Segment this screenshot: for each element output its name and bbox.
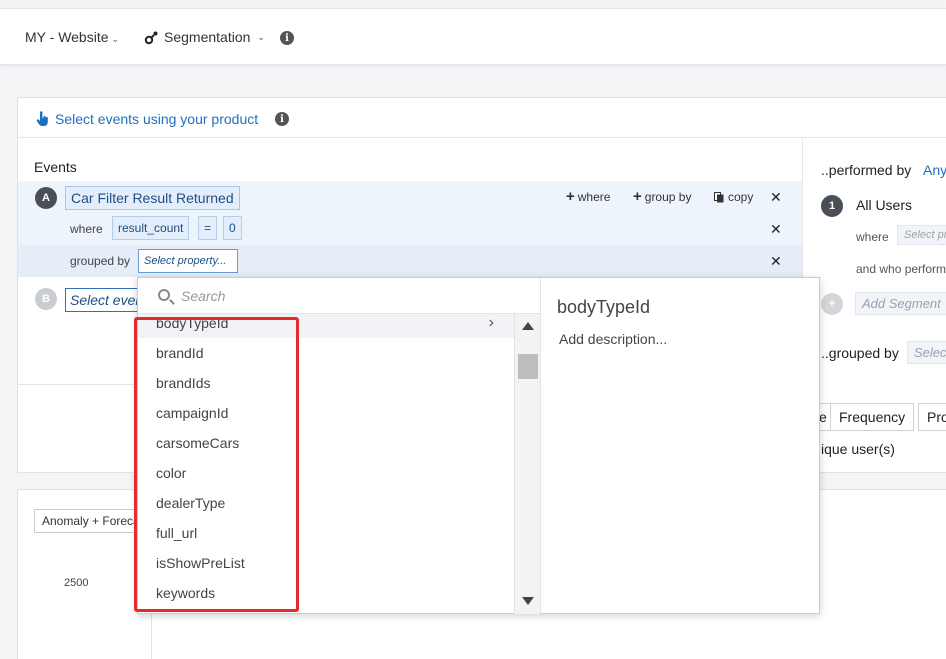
tab-properties[interactable]: Pro <box>918 403 946 431</box>
add-group-by-label: group by <box>644 190 692 204</box>
property-list-item[interactable]: campaignId <box>138 398 514 428</box>
report-type-label: Segmentation <box>164 29 251 45</box>
plus-icon: + <box>633 188 642 205</box>
select-events-label: Select events using your product <box>55 111 259 127</box>
report-type-selector[interactable]: Segmentation ⌄ <box>144 29 265 45</box>
property-detail-pane: bodyTypeId Add description... <box>540 278 819 613</box>
events-section-label: Events <box>34 159 77 175</box>
scrollbar-thumb[interactable] <box>518 354 538 379</box>
tab-frequency[interactable]: Frequency <box>830 403 915 431</box>
chevron-down-icon: ⌄ <box>257 31 265 42</box>
copy-event-label: copy <box>728 190 754 204</box>
y-axis-tick: 2500 <box>64 577 89 589</box>
property-list-item[interactable]: isShowPreList <box>138 548 514 578</box>
filter-operator-chip[interactable]: = <box>198 216 218 240</box>
property-search-input[interactable]: Search <box>181 288 225 304</box>
remove-filter-icon[interactable]: ✕ <box>770 221 782 238</box>
property-list-item[interactable]: brandIds <box>138 368 514 398</box>
event-a-name[interactable]: Car Filter Result Returned <box>65 186 240 210</box>
property-list: bodyTypeId › brandId brandIds campaignId cars… <box>138 314 514 614</box>
segment-name[interactable]: All Users <box>856 197 912 213</box>
segment-where-label: where <box>856 230 889 244</box>
property-list-scrollbar[interactable] <box>514 314 540 614</box>
chart-line-series <box>898 648 946 659</box>
project-selector[interactable]: MY - Website ⌄ <box>25 29 119 45</box>
plus-icon: + <box>566 188 575 205</box>
event-a-badge: A <box>35 187 57 209</box>
where-label: where <box>70 222 103 236</box>
property-list-item-label: brandIds <box>156 375 211 391</box>
event-b-badge: B <box>35 288 57 310</box>
top-bar: MY - Website ⌄ Segmentation ⌄ i <box>0 8 946 65</box>
performed-by-select[interactable]: Any <box>923 162 946 178</box>
hand-pointer-icon <box>36 111 48 126</box>
segment-group-by-select[interactable]: Selec <box>907 341 946 364</box>
add-where-label: where <box>577 190 611 204</box>
info-icon[interactable]: i <box>275 112 289 126</box>
chevron-right-icon: › <box>488 314 494 331</box>
property-dropdown: Search bodyTypeId › brandId brandIds campaig… <box>137 277 820 614</box>
property-list-item[interactable]: color <box>138 458 514 488</box>
performed-by-label: ..performed by <box>821 162 912 178</box>
info-icon[interactable]: i <box>280 31 294 45</box>
grouped-by-label: ..grouped by <box>821 345 899 361</box>
who-performed-label: and who perform <box>856 262 946 276</box>
filter-value-chip[interactable]: 0 <box>223 216 242 240</box>
remove-event-icon[interactable]: ✕ <box>770 189 782 206</box>
property-search-bar[interactable]: Search <box>138 278 540 314</box>
scroll-up-arrow-icon[interactable] <box>522 322 534 330</box>
panel-header: Select events using your product i <box>18 98 946 138</box>
group-by-property-select[interactable]: Select property... <box>138 249 238 273</box>
property-list-item-label: isShowPreList <box>156 555 245 571</box>
property-description-field[interactable]: Add description... <box>559 331 667 347</box>
segmentation-icon <box>144 31 158 45</box>
property-list-item[interactable]: keywords <box>138 578 514 608</box>
property-list-item-label: campaignId <box>156 405 229 421</box>
add-where-button[interactable]: + where <box>566 188 611 205</box>
add-group-by-button[interactable]: + group by <box>633 188 692 205</box>
copy-event-button[interactable]: copy <box>714 190 753 204</box>
property-list-item[interactable]: brandId <box>138 338 514 368</box>
filter-property-chip[interactable]: result_count <box>112 216 190 240</box>
property-list-item-label: full_url <box>156 525 198 541</box>
project-selector-label: MY - Website <box>25 29 109 45</box>
event-b-select[interactable]: Select event <box>65 288 145 312</box>
property-list-item-label: carsomeCars <box>156 435 240 451</box>
property-list-item[interactable]: carsomeCars <box>138 428 514 458</box>
select-events-link[interactable]: Select events using your product <box>36 111 258 127</box>
grouped-by-label: grouped by <box>70 254 131 268</box>
scroll-down-arrow-icon[interactable] <box>522 597 534 605</box>
segment-badge: 1 <box>821 195 843 217</box>
property-detail-title: bodyTypeId <box>557 297 651 317</box>
metric-label: ique user(s) <box>821 441 895 457</box>
remove-group-by-icon[interactable]: ✕ <box>770 253 782 270</box>
copy-icon <box>714 191 724 202</box>
property-list-item-label: bodyTypeId <box>156 315 229 331</box>
property-list-item[interactable]: bodyTypeId › <box>138 314 514 338</box>
property-list-item-label: color <box>156 465 187 481</box>
property-list-item-label: dealerType <box>156 495 226 511</box>
property-list-item-label: brandId <box>156 345 204 361</box>
property-list-item[interactable]: dealerType <box>138 488 514 518</box>
add-segment-icon[interactable]: + <box>821 293 843 315</box>
add-segment-button[interactable]: Add Segment <box>855 292 946 315</box>
property-list-item[interactable]: full_url <box>138 518 514 548</box>
search-icon <box>158 289 170 301</box>
chart-mode-select[interactable]: Anomaly + Forecast <box>34 509 144 533</box>
event-a-group-row <box>18 245 802 277</box>
property-list-item-label: keywords <box>156 585 216 601</box>
chevron-down-icon: ⌄ <box>111 34 120 44</box>
segment-where-select[interactable]: Select pr <box>897 225 946 245</box>
